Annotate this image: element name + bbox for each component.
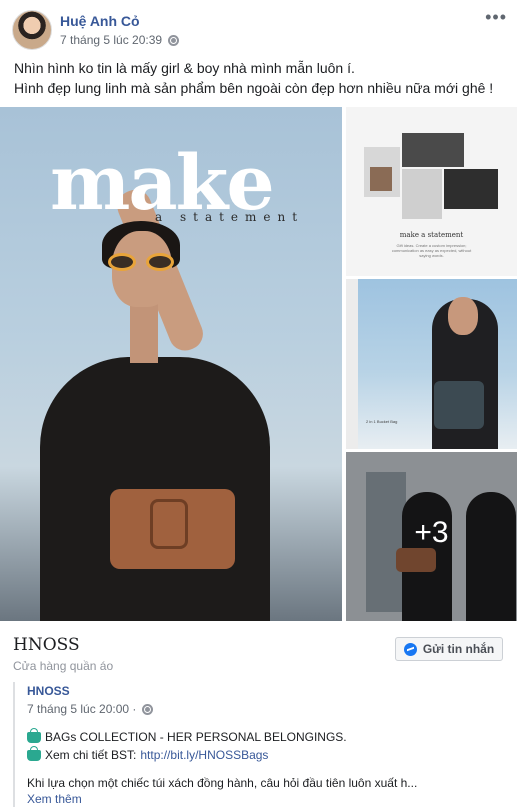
shared-post-text: Xem chi tiết BST: xyxy=(45,748,137,762)
globe-icon xyxy=(142,703,154,715)
main-photo[interactable]: make a statement xyxy=(0,107,342,621)
photo-handbag xyxy=(110,489,235,569)
shared-post-text: Khi lựa chọn một chiếc túi xách đồng hàn… xyxy=(27,776,418,790)
post-text: Nhìn hình ko tin là mấy girl & boy nhà m… xyxy=(14,58,509,98)
handbag-icon xyxy=(27,727,41,743)
thumbnail-caption: 2 in 1 Bucket Bag xyxy=(366,419,398,424)
page-name[interactable]: HNOSS xyxy=(13,635,80,655)
collection-link[interactable]: http://bit.ly/HNOSSBags xyxy=(140,748,268,762)
shared-page-card: HNOSS Cửa hàng quần áo Gửi tin nhắn HNOS… xyxy=(0,621,517,807)
photo-subtitle: a statement xyxy=(155,210,305,224)
post-text-line-1: Nhìn hình ko tin là mấy girl & boy nhà m… xyxy=(14,60,355,76)
more-photos-count[interactable]: +3 xyxy=(346,516,517,550)
shared-post-timestamp[interactable]: 7 tháng 5 lúc 20:00 · xyxy=(27,702,136,716)
photo-handbag xyxy=(434,381,484,429)
thumbnail-1[interactable]: make a statement Gift ideas. Create a cu… xyxy=(346,107,517,276)
avatar[interactable] xyxy=(12,10,52,50)
sunglasses xyxy=(108,253,178,271)
shared-post-line-3: Khi lựa chọn một chiếc túi xách đồng hàn… xyxy=(27,776,417,790)
shared-post-author[interactable]: HNOSS xyxy=(27,684,70,698)
shared-post-line-2: Xem chi tiết BST: http://bit.ly/HNOSSBag… xyxy=(27,745,268,762)
see-more-link[interactable]: Xem thêm xyxy=(27,792,82,806)
post-meta: 7 tháng 5 lúc 20:39 xyxy=(60,33,180,47)
messenger-icon xyxy=(403,642,417,656)
collage-photo xyxy=(444,169,498,209)
send-message-label: Gửi tin nhắn xyxy=(422,642,495,656)
post-header: Huệ Anh Cỏ 7 tháng 5 lúc 20:39 ••• xyxy=(0,0,517,56)
shared-post-meta: 7 tháng 5 lúc 20:00 · xyxy=(27,702,154,716)
page-category: Cửa hàng quần áo xyxy=(13,659,114,673)
post-timestamp[interactable]: 7 tháng 5 lúc 20:39 xyxy=(60,33,162,47)
photo-face xyxy=(448,297,478,335)
thumbnail-caption: make a statement xyxy=(399,231,464,239)
thumbnail-3[interactable]: +3 xyxy=(346,452,517,621)
author-name[interactable]: Huệ Anh Cỏ xyxy=(60,13,140,29)
collage-photo xyxy=(402,133,464,167)
photo-neck xyxy=(130,303,158,363)
photo-edge xyxy=(346,279,358,449)
collage-photo xyxy=(370,167,392,191)
shared-post: HNOSS 7 tháng 5 lúc 20:00 · BAGs COLLECT… xyxy=(13,682,508,807)
photo-gallery: make a statement make a statement Gift i… xyxy=(0,107,517,621)
thumbnail-2[interactable]: 2 in 1 Bucket Bag xyxy=(346,279,517,449)
collage-photo xyxy=(402,169,442,219)
globe-icon[interactable] xyxy=(168,34,180,46)
thumbnail-body: Gift ideas. Create a custom impression; … xyxy=(391,243,472,258)
send-message-button[interactable]: Gửi tin nhắn xyxy=(395,637,503,661)
more-options-icon[interactable]: ••• xyxy=(485,8,507,26)
shared-post-line-1: BAGs COLLECTION - HER PERSONAL BELONGING… xyxy=(27,727,347,744)
shared-post-text: BAGs COLLECTION - HER PERSONAL BELONGING… xyxy=(45,730,347,744)
handbag-icon xyxy=(27,745,41,761)
post-text-line-2: Hình đẹp lung linh mà sản phẩm bên ngoài… xyxy=(14,80,494,96)
